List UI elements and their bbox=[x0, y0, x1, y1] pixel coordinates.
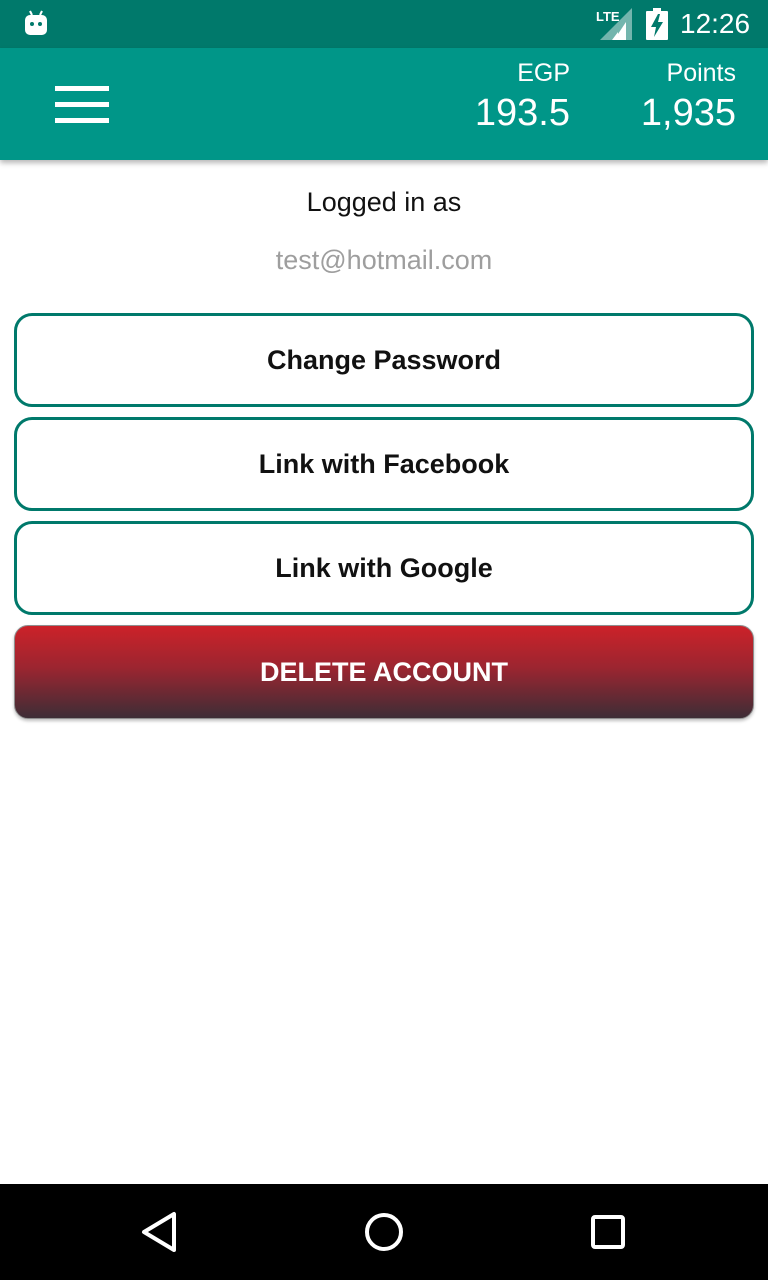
account-email: test@hotmail.com bbox=[275, 245, 493, 275]
app-bar: EGP 193.5 Points 1,935 bbox=[0, 48, 768, 160]
menu-icon-bar bbox=[55, 102, 109, 107]
account-screen: LTE 12:26 EGP 193.5 Points 1,935 Logged … bbox=[0, 0, 768, 1280]
points-value: 1,935 bbox=[640, 92, 736, 134]
egp-label: EGP bbox=[517, 59, 570, 87]
link-google-button[interactable]: Link with Google bbox=[14, 521, 754, 615]
egp-value: 193.5 bbox=[474, 92, 570, 134]
delete-account-button[interactable]: DELETE ACCOUNT bbox=[14, 625, 754, 719]
battery-charging-icon bbox=[646, 8, 668, 40]
home-icon[interactable] bbox=[360, 1208, 408, 1256]
recent-apps-icon[interactable] bbox=[584, 1208, 632, 1256]
status-bar: LTE 12:26 bbox=[0, 0, 768, 48]
points-label: Points bbox=[666, 59, 736, 87]
menu-icon-bar bbox=[55, 86, 109, 91]
menu-button[interactable] bbox=[44, 72, 120, 136]
menu-icon-bar bbox=[55, 118, 109, 123]
back-icon[interactable] bbox=[136, 1208, 184, 1256]
lte-signal-icon: LTE bbox=[596, 8, 632, 40]
navigation-bar bbox=[0, 1184, 768, 1280]
link-facebook-button[interactable]: Link with Facebook bbox=[14, 417, 754, 511]
lte-label: LTE bbox=[596, 9, 620, 24]
change-password-button[interactable]: Change Password bbox=[14, 313, 754, 407]
android-debug-icon bbox=[25, 10, 47, 35]
points-balance: Points 1,935 bbox=[641, 58, 736, 136]
egp-balance: EGP 193.5 bbox=[475, 58, 570, 136]
logged-in-label: Logged in as bbox=[306, 187, 462, 217]
status-time: 12:26 bbox=[680, 8, 751, 39]
